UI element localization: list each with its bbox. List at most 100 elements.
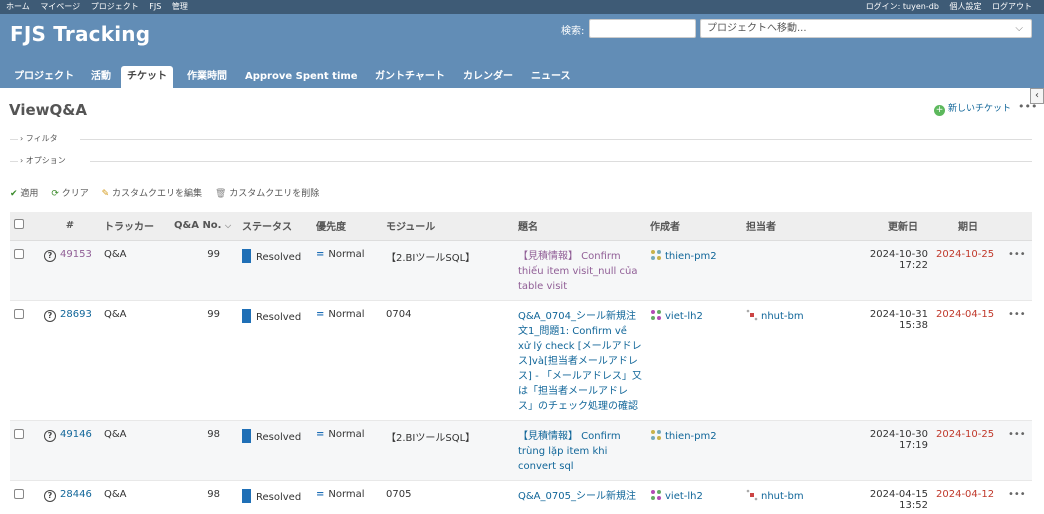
- filters-label: › フィルタ: [20, 133, 62, 144]
- issue-id-link[interactable]: 49153: [60, 249, 92, 260]
- clear-button[interactable]: ⟳ クリア: [51, 189, 88, 199]
- column-author[interactable]: 作成者: [646, 212, 742, 241]
- user-avatar-icon: [746, 309, 758, 321]
- tab-news[interactable]: ニュース: [525, 66, 577, 88]
- column-updated[interactable]: 更新日: [834, 212, 932, 241]
- assignee-link[interactable]: nhut-bm: [761, 311, 804, 322]
- personal-settings-link[interactable]: 個人設定: [949, 2, 981, 11]
- subject-link[interactable]: Q&A_0704_シール新規注文1_問題1: Confirm về xử lý …: [514, 300, 646, 421]
- top-menu-home[interactable]: ホーム: [6, 2, 30, 11]
- tab-activity[interactable]: 活動: [85, 66, 117, 88]
- user-avatar-icon: [650, 309, 662, 321]
- table-row[interactable]: ? 49153 Q&A 99 Resolved = Normal 【2.BIツールS…: [10, 240, 1032, 301]
- status-color-bar: [242, 248, 251, 263]
- column-id[interactable]: #: [40, 212, 100, 241]
- column-priority[interactable]: 優先度: [312, 212, 382, 241]
- site-title: FJS Tracking: [10, 22, 151, 46]
- table-row[interactable]: ? 28446 Q&A 98 Resolved = Normal 0705 Q&A_…: [10, 480, 1032, 514]
- updated-cell: 2024-10-30 17:19: [834, 420, 932, 481]
- table-row[interactable]: ? 28693 Q&A 99 Resolved = Normal 0704 Q&A_…: [10, 300, 1032, 421]
- chevron-right-icon: ›: [20, 156, 24, 165]
- sort-desc-icon: ⌵: [224, 221, 232, 231]
- column-subject[interactable]: 題名: [514, 212, 646, 241]
- author-link[interactable]: thien-pm2: [665, 251, 717, 262]
- column-module[interactable]: モジュール: [382, 212, 514, 241]
- author-link[interactable]: viet-lh2: [665, 491, 703, 502]
- row-select-cell: [10, 420, 40, 481]
- top-menu-mypage[interactable]: マイページ: [40, 2, 80, 11]
- row-actions-icon[interactable]: •••: [1004, 240, 1032, 301]
- author-link[interactable]: thien-pm2: [665, 431, 717, 442]
- row-checkbox[interactable]: [14, 248, 24, 259]
- priority-normal-icon: =: [316, 308, 325, 320]
- search-label: 検索:: [561, 26, 585, 37]
- chevron-down-icon: ⌵: [1015, 23, 1023, 34]
- tracker-cell: Q&A: [100, 300, 170, 421]
- row-actions-icon[interactable]: •••: [1004, 480, 1032, 514]
- user-avatar-icon: [746, 489, 758, 501]
- tab-approve-spent-time[interactable]: Approve Spent time: [239, 66, 364, 88]
- sidebar-toggle-icon[interactable]: ‹: [1030, 88, 1044, 104]
- due-date-cell: 2024-10-25: [932, 240, 1004, 301]
- edit-query-button[interactable]: ✎ カスタムクエリを編集: [102, 189, 202, 199]
- filters-toggle[interactable]: › フィルタ: [10, 133, 1032, 145]
- query-actions: ✔ 適用 ⟳ クリア ✎ カスタムクエリを編集 🗑 カスタムクエリを削除: [10, 186, 329, 199]
- module-cell: 0705: [382, 480, 514, 514]
- project-jump-label: プロジェクトへ移動...: [707, 23, 807, 34]
- subject-link[interactable]: 【見積情報】 Confirm trùng lặp item khi conver…: [514, 420, 646, 481]
- updated-cell: 2024-10-31 15:38: [834, 300, 932, 421]
- updated-cell: 2024-04-15 13:52: [834, 480, 932, 514]
- column-qa-no[interactable]: Q&A No. ⌵: [170, 212, 238, 241]
- options-toggle[interactable]: › オプション: [10, 155, 1032, 167]
- subject-link[interactable]: 【見積情報】 Confirm thiếu item visit_null của…: [514, 240, 646, 301]
- issue-id-link[interactable]: 28446: [60, 489, 92, 500]
- select-all-cell: [10, 212, 40, 241]
- top-menu-admin[interactable]: 管理: [172, 2, 188, 11]
- row-checkbox[interactable]: [14, 308, 24, 319]
- row-actions-icon[interactable]: •••: [1004, 300, 1032, 421]
- header: FJS Tracking 検索: プロジェクトへ移動... ⌵ プロジェクト 活…: [0, 14, 1044, 88]
- tab-calendar[interactable]: カレンダー: [457, 66, 519, 88]
- tab-projects[interactable]: プロジェクト: [8, 66, 80, 88]
- apply-button[interactable]: ✔ 適用: [10, 189, 38, 199]
- issue-id-link[interactable]: 49146: [60, 429, 92, 440]
- table-row[interactable]: ? 49146 Q&A 98 Resolved = Normal 【2.BIツールS…: [10, 420, 1032, 481]
- tab-gantt[interactable]: ガントチャート: [369, 66, 451, 88]
- new-issue-link[interactable]: + 新しいチケット: [934, 101, 1011, 116]
- assignee-cell: nhut-bm: [742, 300, 834, 421]
- column-assignee[interactable]: 担当者: [742, 212, 834, 241]
- chevron-right-icon: ›: [20, 134, 24, 143]
- tracker-cell: Q&A: [100, 480, 170, 514]
- column-due-date[interactable]: 期日: [932, 212, 1004, 241]
- tab-spent-time[interactable]: 作業時間: [181, 66, 233, 88]
- row-select-cell: [10, 240, 40, 301]
- module-cell: 【2.BIツールSQL】: [382, 240, 514, 301]
- row-checkbox[interactable]: [14, 428, 24, 439]
- qa-no-cell: 98: [170, 420, 238, 481]
- question-icon: ?: [44, 309, 56, 322]
- logout-link[interactable]: ログアウト: [992, 2, 1032, 11]
- row-actions-icon[interactable]: •••: [1004, 420, 1032, 481]
- issue-id-cell: ? 28446: [40, 480, 100, 514]
- status-color-bar: [242, 308, 251, 323]
- tab-issues[interactable]: チケット: [121, 66, 173, 88]
- select-all-checkbox[interactable]: [14, 219, 24, 230]
- delete-query-button[interactable]: 🗑 カスタムクエリを削除: [215, 189, 319, 199]
- issues-table: # トラッカー Q&A No. ⌵ ステータス 優先度 モジュール 題名 作成者…: [10, 212, 1032, 514]
- qa-no-cell: 98: [170, 480, 238, 514]
- project-jump-select[interactable]: プロジェクトへ移動... ⌵: [700, 19, 1032, 38]
- top-menu-fjs[interactable]: FJS: [149, 2, 161, 11]
- column-tracker[interactable]: トラッカー: [100, 212, 170, 241]
- row-checkbox[interactable]: [14, 488, 24, 499]
- column-status[interactable]: ステータス: [238, 212, 312, 241]
- priority-normal-icon: =: [316, 488, 325, 500]
- top-menu-projects[interactable]: プロジェクト: [91, 2, 139, 11]
- assignee-link[interactable]: nhut-bm: [761, 491, 804, 502]
- assignee-cell: [742, 420, 834, 481]
- issue-id-link[interactable]: 28693: [60, 309, 92, 320]
- question-icon: ?: [44, 249, 56, 262]
- search-input[interactable]: [589, 19, 696, 38]
- divider: [10, 139, 18, 140]
- subject-link[interactable]: Q&A_0705_シール新規注: [514, 480, 646, 514]
- author-link[interactable]: viet-lh2: [665, 311, 703, 322]
